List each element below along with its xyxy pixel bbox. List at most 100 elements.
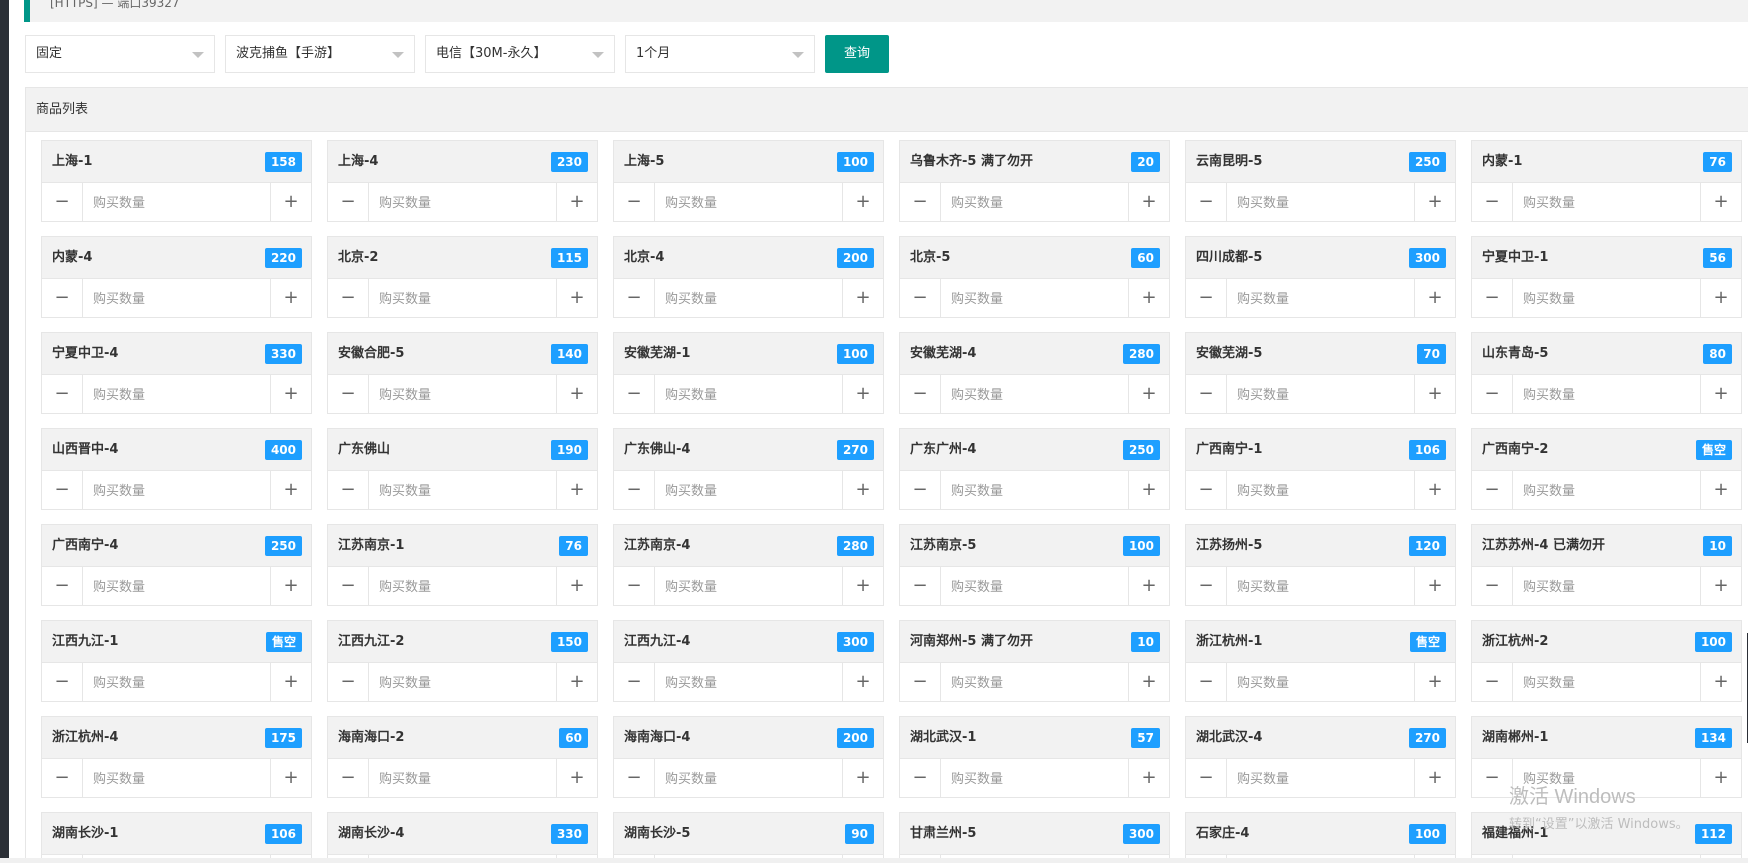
quantity-input[interactable] (1513, 663, 1700, 703)
minus-icon[interactable]: − (1472, 375, 1513, 413)
plus-icon[interactable]: + (842, 279, 883, 317)
quantity-input[interactable] (1513, 279, 1700, 319)
plus-icon[interactable]: + (1128, 471, 1169, 509)
minus-icon[interactable]: − (1472, 279, 1513, 317)
minus-icon[interactable]: − (900, 279, 941, 317)
minus-icon[interactable]: − (900, 759, 941, 797)
plus-icon[interactable]: + (1700, 567, 1741, 605)
game-select[interactable]: 波克捕鱼【手游】 (225, 35, 415, 73)
quantity-input[interactable] (1513, 567, 1700, 607)
minus-icon[interactable]: − (614, 663, 655, 701)
plus-icon[interactable]: + (1414, 759, 1455, 797)
plus-icon[interactable]: + (1128, 183, 1169, 221)
minus-icon[interactable]: − (614, 471, 655, 509)
plus-icon[interactable]: + (842, 471, 883, 509)
quantity-input[interactable] (941, 471, 1128, 511)
quantity-input[interactable] (941, 663, 1128, 703)
quantity-input[interactable] (369, 759, 556, 799)
plus-icon[interactable]: + (270, 183, 311, 221)
plus-icon[interactable]: + (270, 663, 311, 701)
quantity-input[interactable] (1227, 471, 1414, 511)
quantity-input[interactable] (1227, 279, 1414, 319)
minus-icon[interactable]: − (328, 663, 369, 701)
quantity-input[interactable] (1227, 759, 1414, 799)
quantity-input[interactable] (655, 759, 842, 799)
plus-icon[interactable]: + (842, 567, 883, 605)
minus-icon[interactable]: − (614, 375, 655, 413)
quantity-input[interactable] (941, 375, 1128, 415)
minus-icon[interactable]: − (1472, 183, 1513, 221)
plus-icon[interactable]: + (1128, 279, 1169, 317)
plus-icon[interactable]: + (842, 759, 883, 797)
plus-icon[interactable]: + (1414, 663, 1455, 701)
minus-icon[interactable]: − (1186, 183, 1227, 221)
minus-icon[interactable]: − (900, 471, 941, 509)
quantity-input[interactable] (655, 279, 842, 319)
minus-icon[interactable]: − (900, 375, 941, 413)
plus-icon[interactable]: + (556, 375, 597, 413)
minus-icon[interactable]: − (328, 183, 369, 221)
plus-icon[interactable]: + (270, 567, 311, 605)
minus-icon[interactable]: − (328, 759, 369, 797)
quantity-input[interactable] (655, 183, 842, 223)
quantity-input[interactable] (1227, 663, 1414, 703)
minus-icon[interactable]: − (1472, 567, 1513, 605)
plus-icon[interactable]: + (842, 183, 883, 221)
type-select[interactable]: 固定 (25, 35, 215, 73)
minus-icon[interactable]: − (1186, 375, 1227, 413)
plus-icon[interactable]: + (270, 471, 311, 509)
quantity-input[interactable] (941, 567, 1128, 607)
quantity-input[interactable] (83, 471, 270, 511)
quantity-input[interactable] (369, 471, 556, 511)
quantity-input[interactable] (83, 663, 270, 703)
minus-icon[interactable]: − (614, 183, 655, 221)
plus-icon[interactable]: + (1128, 759, 1169, 797)
minus-icon[interactable]: − (328, 567, 369, 605)
minus-icon[interactable]: − (614, 567, 655, 605)
quantity-input[interactable] (369, 567, 556, 607)
quantity-input[interactable] (1227, 183, 1414, 223)
quantity-input[interactable] (1227, 567, 1414, 607)
minus-icon[interactable]: − (328, 279, 369, 317)
minus-icon[interactable]: − (328, 471, 369, 509)
minus-icon[interactable]: − (1186, 567, 1227, 605)
minus-icon[interactable]: − (1186, 759, 1227, 797)
minus-icon[interactable]: − (42, 663, 83, 701)
quantity-input[interactable] (1513, 759, 1700, 799)
minus-icon[interactable]: − (42, 759, 83, 797)
minus-icon[interactable]: − (614, 279, 655, 317)
quantity-input[interactable] (369, 279, 556, 319)
minus-icon[interactable]: − (900, 567, 941, 605)
quantity-input[interactable] (83, 567, 270, 607)
quantity-input[interactable] (655, 663, 842, 703)
minus-icon[interactable]: − (1186, 663, 1227, 701)
quantity-input[interactable] (369, 375, 556, 415)
minus-icon[interactable]: − (900, 663, 941, 701)
quantity-input[interactable] (83, 759, 270, 799)
plus-icon[interactable]: + (842, 663, 883, 701)
minus-icon[interactable]: − (1472, 663, 1513, 701)
plus-icon[interactable]: + (270, 759, 311, 797)
line-select[interactable]: 电信【30M-永久】 (425, 35, 615, 73)
plus-icon[interactable]: + (556, 471, 597, 509)
plus-icon[interactable]: + (842, 375, 883, 413)
plus-icon[interactable]: + (1700, 183, 1741, 221)
plus-icon[interactable]: + (1128, 375, 1169, 413)
quantity-input[interactable] (83, 183, 270, 223)
quantity-input[interactable] (1513, 471, 1700, 511)
plus-icon[interactable]: + (1414, 375, 1455, 413)
minus-icon[interactable]: − (1186, 471, 1227, 509)
quantity-input[interactable] (369, 663, 556, 703)
minus-icon[interactable]: − (900, 183, 941, 221)
plus-icon[interactable]: + (270, 375, 311, 413)
quantity-input[interactable] (369, 183, 556, 223)
quantity-input[interactable] (1513, 183, 1700, 223)
minus-icon[interactable]: − (1472, 471, 1513, 509)
minus-icon[interactable]: − (42, 375, 83, 413)
plus-icon[interactable]: + (556, 663, 597, 701)
minus-icon[interactable]: − (328, 375, 369, 413)
plus-icon[interactable]: + (1700, 663, 1741, 701)
query-button[interactable]: 查询 (825, 35, 889, 73)
quantity-input[interactable] (941, 759, 1128, 799)
plus-icon[interactable]: + (1700, 375, 1741, 413)
